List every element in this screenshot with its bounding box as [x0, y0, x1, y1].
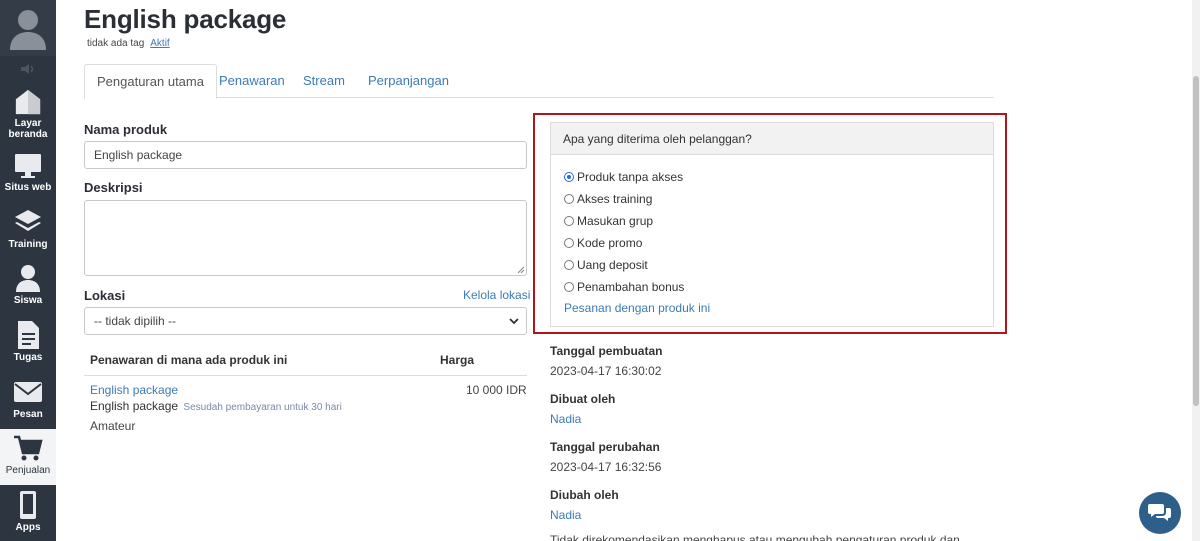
tab-bar: Pengaturan utama Penawaran Stream Perpan… [84, 64, 994, 99]
offers-table-header: Penawaran di mana ada produk ini Harga [84, 345, 527, 376]
sidebar: Layar beranda Situs web Training Siswa T… [0, 0, 56, 541]
sidebar-item-students[interactable]: Siswa [0, 259, 56, 315]
product-name-label: Nama produk [84, 122, 168, 137]
description-textarea[interactable] [84, 200, 527, 276]
radio-option[interactable]: Kode promo [564, 236, 642, 250]
scrollbar[interactable] [1192, 0, 1200, 541]
sidebar-item-website[interactable]: Situs web [0, 146, 56, 202]
created-date-label: Tanggal pembuatan [550, 344, 663, 358]
sidebar-item-label: Tugas [13, 352, 43, 363]
warning-text: Tidak direkomendasikan menghapus atau me… [550, 533, 960, 541]
cart-icon [14, 435, 43, 461]
modified-by-link[interactable]: Nadia [550, 508, 581, 522]
location-select-value: -- tidak dipilih -- [94, 314, 177, 328]
radio-label: Kode promo [577, 236, 643, 250]
offer-product-name: English package [90, 399, 179, 413]
scrollbar-thumb[interactable] [1193, 76, 1199, 406]
speaker-icon [21, 64, 34, 74]
offer-product: English package Sesudah pembayaran untuk… [90, 399, 342, 413]
created-date-value: 2023-04-17 16:30:02 [550, 364, 662, 378]
product-name-input[interactable]: English package [84, 141, 527, 169]
tag-line: tidak ada tag Aktif [87, 38, 170, 49]
price-column-title: Harga [440, 353, 475, 367]
modified-date-label: Tanggal perubahan [550, 440, 660, 454]
tab-renewal[interactable]: Perpanjangan [356, 64, 461, 98]
radio-option[interactable]: Uang deposit [564, 258, 648, 272]
sidebar-item-home[interactable]: Layar beranda [0, 84, 56, 140]
offer-link[interactable]: English package [90, 383, 178, 397]
layers-icon [15, 210, 41, 231]
radio-icon[interactable] [564, 194, 574, 204]
radio-option[interactable]: Produk tanpa akses [564, 170, 683, 184]
tab-offers[interactable]: Penawaran [207, 64, 297, 98]
sidebar-item-training[interactable]: Training [0, 203, 56, 259]
chevron-down-icon [509, 318, 519, 325]
page-title: English package [84, 4, 287, 34]
sidebar-item-label: Pesan [13, 409, 43, 420]
sidebar-item-sales[interactable]: Penjualan [0, 429, 56, 485]
status-link[interactable]: Aktif [150, 38, 169, 49]
user-avatar-icon [10, 10, 46, 50]
sidebar-item-label: Layar beranda [8, 118, 48, 140]
radio-label: Produk tanpa akses [577, 170, 684, 184]
sound-toggle[interactable] [0, 58, 56, 80]
chat-bubbles-icon [1148, 504, 1171, 521]
panel-heading: Apa yang diterima oleh pelanggan? [551, 123, 993, 155]
phone-icon [20, 491, 36, 519]
radio-icon[interactable] [564, 260, 574, 270]
sidebar-item-apps[interactable]: Apps [0, 486, 56, 541]
customer-receives-panel: Apa yang diterima oleh pelanggan? Produk… [550, 122, 994, 327]
sidebar-item-label: Penjualan [5, 465, 51, 476]
sidebar-item-label: Apps [15, 522, 41, 533]
radio-label: Masukan grup [577, 214, 654, 228]
sidebar-item-label: Siswa [13, 295, 43, 306]
avatar[interactable] [0, 0, 56, 56]
modified-date-value: 2023-04-17 16:32:56 [550, 460, 662, 474]
radio-selected-icon[interactable] [564, 172, 574, 182]
mail-icon [14, 382, 42, 402]
location-select[interactable]: -- tidak dipilih -- [84, 307, 527, 335]
sidebar-item-label: Situs web [4, 182, 52, 193]
radio-label: Akses training [577, 192, 653, 206]
radio-option[interactable]: Penambahan bonus [564, 280, 684, 294]
offer-access-note: Sesudah pembayaran untuk 30 hari [183, 402, 342, 413]
chat-button[interactable] [1139, 492, 1181, 534]
home-icon [15, 89, 41, 115]
radio-icon[interactable] [564, 282, 574, 292]
radio-option[interactable]: Masukan grup [564, 214, 653, 228]
offer-price: 10 000 IDR [466, 383, 527, 397]
modified-by-label: Diubah oleh [550, 488, 619, 502]
description-label: Deskripsi [84, 180, 143, 195]
radio-label: Penambahan bonus [577, 280, 685, 294]
radio-icon[interactable] [564, 238, 574, 248]
sidebar-item-label: Training [8, 239, 48, 250]
tags-text: tidak ada tag [87, 38, 145, 49]
monitor-icon [15, 154, 41, 178]
sidebar-item-messages[interactable]: Pesan [0, 373, 56, 429]
document-icon [18, 321, 39, 349]
sidebar-item-tasks[interactable]: Tugas [0, 316, 56, 372]
offer-extra: Amateur [90, 419, 136, 433]
orders-with-product-link[interactable]: Pesanan dengan produk ini [564, 301, 710, 315]
created-by-label: Dibuat oleh [550, 392, 616, 406]
location-label: Lokasi [84, 288, 126, 303]
created-by-link[interactable]: Nadia [550, 412, 581, 426]
offers-column-title: Penawaran di mana ada produk ini [90, 353, 288, 367]
radio-label: Uang deposit [577, 258, 648, 272]
radio-option[interactable]: Akses training [564, 192, 652, 206]
resize-handle-icon[interactable] [517, 266, 525, 274]
radio-icon[interactable] [564, 216, 574, 226]
manage-locations-link[interactable]: Kelola lokasi [463, 288, 530, 302]
tab-stream[interactable]: Stream [291, 64, 357, 98]
user-icon [16, 265, 40, 292]
tab-main-settings[interactable]: Pengaturan utama [84, 64, 217, 99]
